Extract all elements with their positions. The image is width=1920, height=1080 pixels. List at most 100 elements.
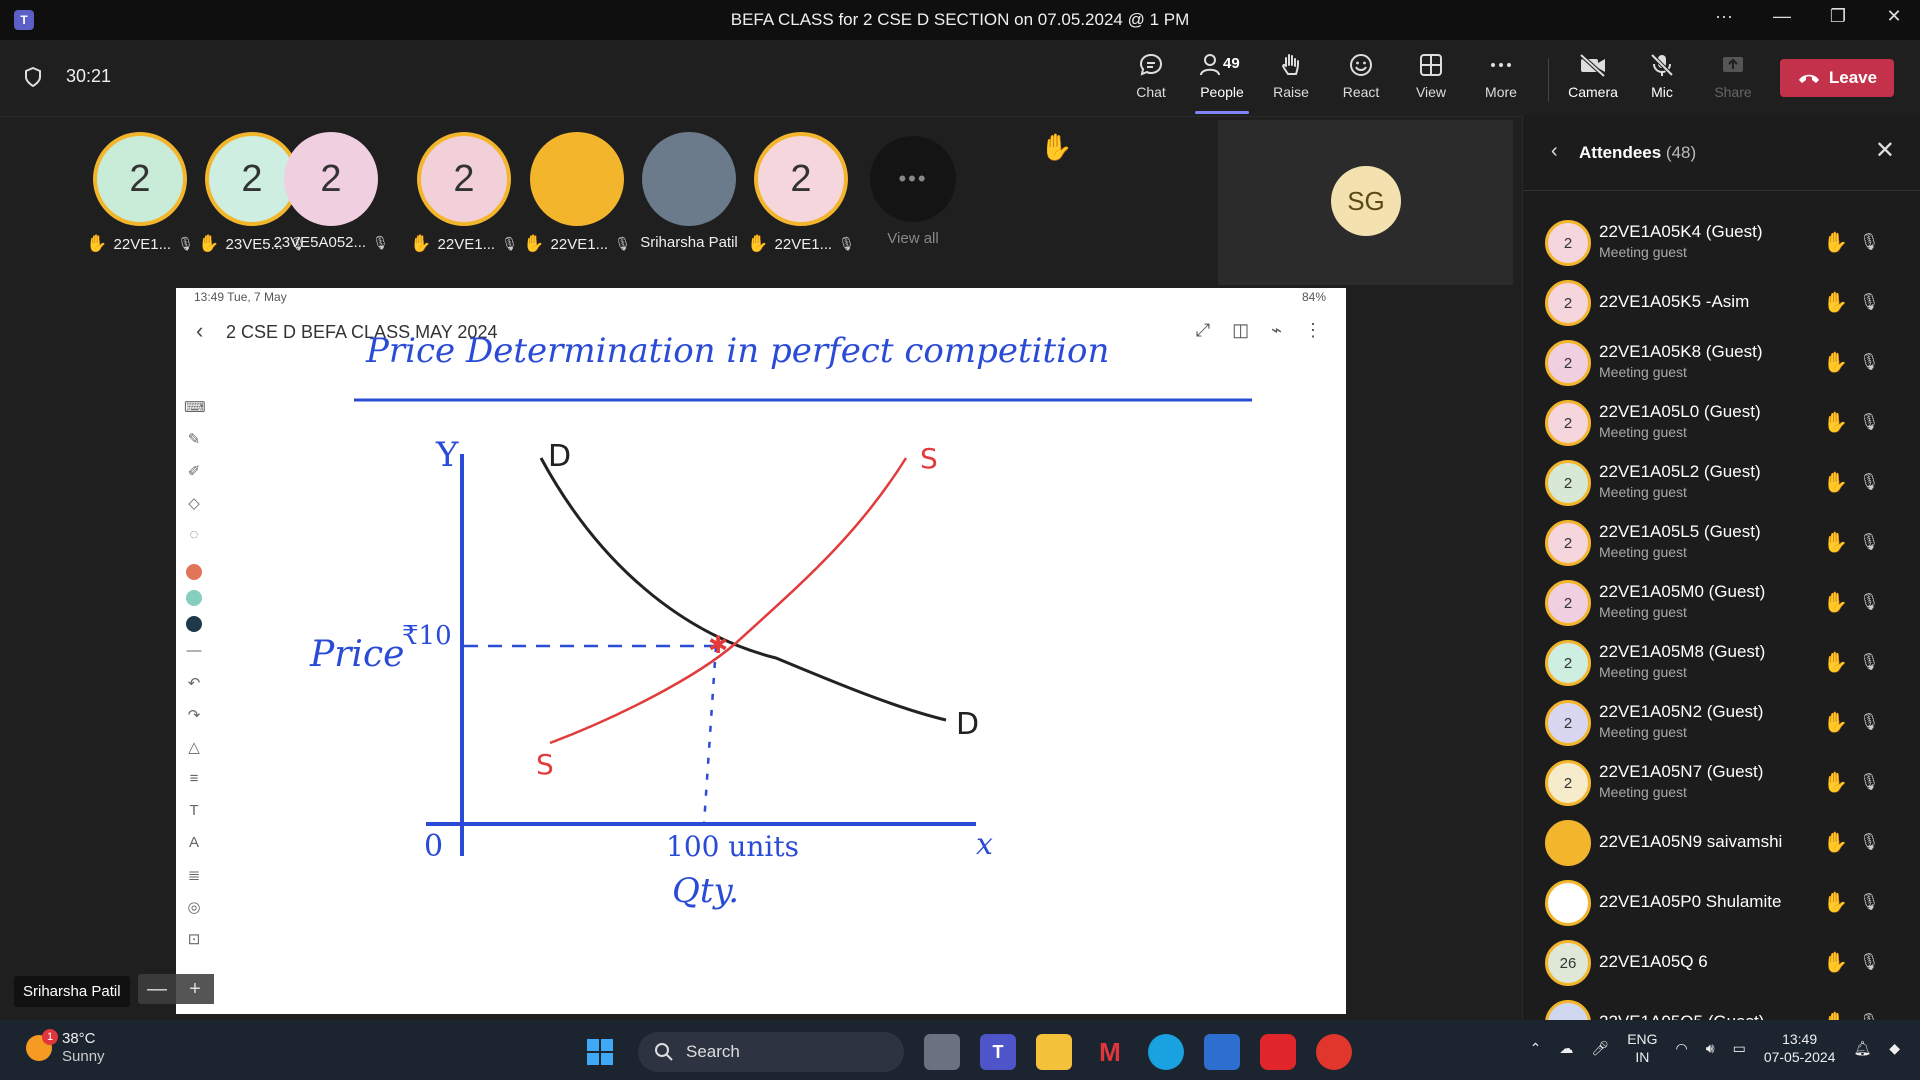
mic-button[interactable]: Mic [1629, 52, 1695, 100]
youtube-icon[interactable] [1260, 1034, 1296, 1070]
raised-hand-icon: ✋ [410, 234, 432, 253]
system-clock[interactable]: 13:49 07-05-2024 [1764, 1030, 1836, 1066]
participant-tile[interactable]: 2 ✋ 22VE1... 🎙︎ [75, 132, 205, 254]
mic-off-icon[interactable]: 🎙︎ [1859, 952, 1879, 972]
mic-off-icon[interactable]: 🎙︎ [1859, 352, 1879, 372]
attendee-role: Meeting guest [1599, 484, 1687, 500]
mic-off-icon[interactable]: 🎙︎ [1859, 772, 1879, 792]
mic-off-icon[interactable]: 🎙︎ [1859, 1012, 1879, 1020]
participant-tile[interactable]: 2 23VE5A052... 🎙︎ [266, 132, 396, 251]
participant-tile[interactable]: Sriharsha Patil [624, 132, 754, 251]
taskbar-search[interactable]: Search [638, 1032, 904, 1072]
attendee-role: Meeting guest [1599, 724, 1687, 740]
attendee-row[interactable]: 2 22VE1A05L5 (Guest) Meeting guest ✋ 🎙︎ [1523, 514, 1920, 574]
attendee-row[interactable]: 2 22VE1A05M8 (Guest) Meeting guest ✋ 🎙︎ [1523, 634, 1920, 694]
participant-name-row: 23VE5A052... 🎙︎ [266, 234, 396, 251]
mic-off-icon[interactable]: 🎙︎ [1859, 412, 1879, 432]
minimize-button[interactable]: — [1762, 6, 1802, 27]
attendee-avatar: 2 [1545, 700, 1591, 746]
more-options-icon[interactable]: ··· [1704, 6, 1744, 27]
participant-tile[interactable]: ✋ 22VE1... 🎙︎ [512, 132, 642, 254]
participant-name: 22VE1... [774, 235, 833, 253]
quantity-value: 100 units [666, 830, 799, 863]
mic-off-icon[interactable]: 🎙︎ [1859, 892, 1879, 912]
windows-start-icon[interactable] [582, 1034, 618, 1070]
copilot-icon[interactable]: ◆ [1889, 1040, 1900, 1057]
mic-off-icon[interactable]: 🎙︎ [1859, 592, 1879, 612]
language-indicator[interactable]: ENG IN [1627, 1030, 1657, 1066]
mic-off-icon[interactable]: 🎙︎ [1859, 472, 1879, 492]
attendee-row[interactable]: 2 22VE1A05M0 (Guest) Meeting guest ✋ 🎙︎ [1523, 574, 1920, 634]
mic-off-icon[interactable]: 🎙︎ [1859, 532, 1879, 552]
zoom-control: — + [138, 974, 214, 1004]
toolbar-divider [1548, 58, 1549, 102]
microphone-icon[interactable]: 🎤︎ [1591, 1040, 1609, 1057]
raise-hand-button[interactable]: Raise [1258, 52, 1324, 100]
quantity-label: Qty. [672, 871, 739, 911]
file-explorer-icon[interactable] [1036, 1034, 1072, 1070]
participant-tile[interactable]: 2 ✋ 22VE1... 🎙︎ [736, 132, 866, 254]
mic-off-icon[interactable]: 🎙︎ [1859, 712, 1879, 732]
participant-name: 22VE1... [550, 235, 609, 253]
camera-button[interactable]: Camera [1560, 52, 1626, 100]
attendee-name: 22VE1A05K5 -Asim [1599, 292, 1750, 311]
edge-icon[interactable] [1148, 1034, 1184, 1070]
attendee-row[interactable]: 2 22VE1A05K5 -Asim ✋ 🎙︎ [1523, 274, 1920, 334]
battery-icon[interactable]: ▭ [1733, 1040, 1746, 1057]
volume-icon[interactable]: 🔊︎ [1706, 1040, 1715, 1057]
weather-widget[interactable]: 1 38°C Sunny [26, 1029, 105, 1066]
attendee-row[interactable]: 22VE1A05Q5 (Guest) ✋ 🎙︎ [1523, 994, 1920, 1020]
back-chevron-icon[interactable]: ‹ [1551, 140, 1558, 163]
mic-label: Mic [1651, 84, 1673, 100]
mcafee-icon[interactable]: M [1092, 1034, 1128, 1070]
view-button[interactable]: View [1398, 52, 1464, 100]
attendee-row[interactable]: 2 22VE1A05N7 (Guest) Meeting guest ✋ 🎙︎ [1523, 754, 1920, 814]
attendee-name: 22VE1A05Q5 (Guest) [1599, 1012, 1764, 1020]
attendee-row[interactable]: 2 22VE1A05L2 (Guest) Meeting guest ✋ 🎙︎ [1523, 454, 1920, 514]
react-button[interactable]: React [1328, 52, 1394, 100]
more-button[interactable]: More [1468, 52, 1534, 100]
view-all-button[interactable]: ••• View all [848, 132, 978, 247]
attendee-row[interactable]: 2 22VE1A05N2 (Guest) Meeting guest ✋ 🎙︎ [1523, 694, 1920, 754]
zoom-in-button[interactable]: + [176, 974, 214, 1004]
attendee-name: 22VE1A05M0 (Guest) [1599, 582, 1766, 601]
camera-off-icon [1579, 53, 1606, 78]
chrome-icon[interactable] [1316, 1034, 1352, 1070]
notification-bell-icon[interactable]: 🔔︎ [1853, 1040, 1871, 1057]
chevron-up-icon[interactable]: ⌃ [1530, 1040, 1542, 1057]
attendee-row[interactable]: 2 22VE1A05L0 (Guest) Meeting guest ✋ 🎙︎ [1523, 394, 1920, 454]
mic-off-icon[interactable]: 🎙︎ [1859, 232, 1879, 252]
mic-off-icon[interactable]: 🎙︎ [1859, 652, 1879, 672]
close-panel-icon[interactable]: ✕ [1875, 136, 1895, 165]
smile-icon [1350, 54, 1372, 76]
mic-off-icon[interactable]: 🎙︎ [1859, 292, 1879, 312]
wifi-icon[interactable]: ◠ [1676, 1040, 1688, 1057]
share-button[interactable]: Share [1700, 52, 1766, 100]
chat-button[interactable]: Chat [1118, 52, 1184, 100]
self-video-tile[interactable]: SG [1218, 120, 1513, 285]
participant-name: Sriharsha Patil [640, 234, 738, 251]
leave-button[interactable]: Leave [1780, 59, 1894, 97]
raised-hand-icon: ✋ [1823, 832, 1848, 854]
attendee-row[interactable]: 26 22VE1A05Q 6 ✋ 🎙︎ [1523, 934, 1920, 994]
attendee-row[interactable]: 2 22VE1A05K8 (Guest) Meeting guest ✋ 🎙︎ [1523, 334, 1920, 394]
store-icon[interactable] [1204, 1034, 1240, 1070]
participant-tile[interactable]: 2 ✋ 22VE1... 🎙︎ [399, 132, 529, 254]
view-all-label: View all [887, 230, 939, 247]
people-button[interactable]: 49 People [1189, 52, 1255, 114]
zoom-out-button[interactable]: — [138, 974, 176, 1004]
share-screen-icon [1723, 57, 1743, 72]
mic-off-icon[interactable]: 🎙︎ [1859, 832, 1879, 852]
participant-avatar: 2 [93, 132, 187, 226]
close-window-button[interactable]: ✕ [1874, 6, 1914, 27]
more-label: More [1485, 84, 1517, 100]
attendee-list: 2 22VE1A05K4 (Guest) Meeting guest ✋ 🎙︎ 2 22VE… [1523, 214, 1920, 1020]
maximize-button[interactable]: ❐ [1818, 6, 1858, 27]
onedrive-icon[interactable]: ☁ [1559, 1040, 1573, 1057]
teams-taskbar-icon[interactable]: T [980, 1034, 1016, 1070]
attendee-row[interactable]: 22VE1A05N9 saivamshi ✋ 🎙︎ [1523, 814, 1920, 874]
attendee-row[interactable]: 22VE1A05P0 Shulamite ✋ 🎙︎ [1523, 874, 1920, 934]
y-axis-label: Y [435, 435, 459, 475]
attendee-row[interactable]: 2 22VE1A05K4 (Guest) Meeting guest ✋ 🎙︎ [1523, 214, 1920, 274]
task-view-icon[interactable] [924, 1034, 960, 1070]
